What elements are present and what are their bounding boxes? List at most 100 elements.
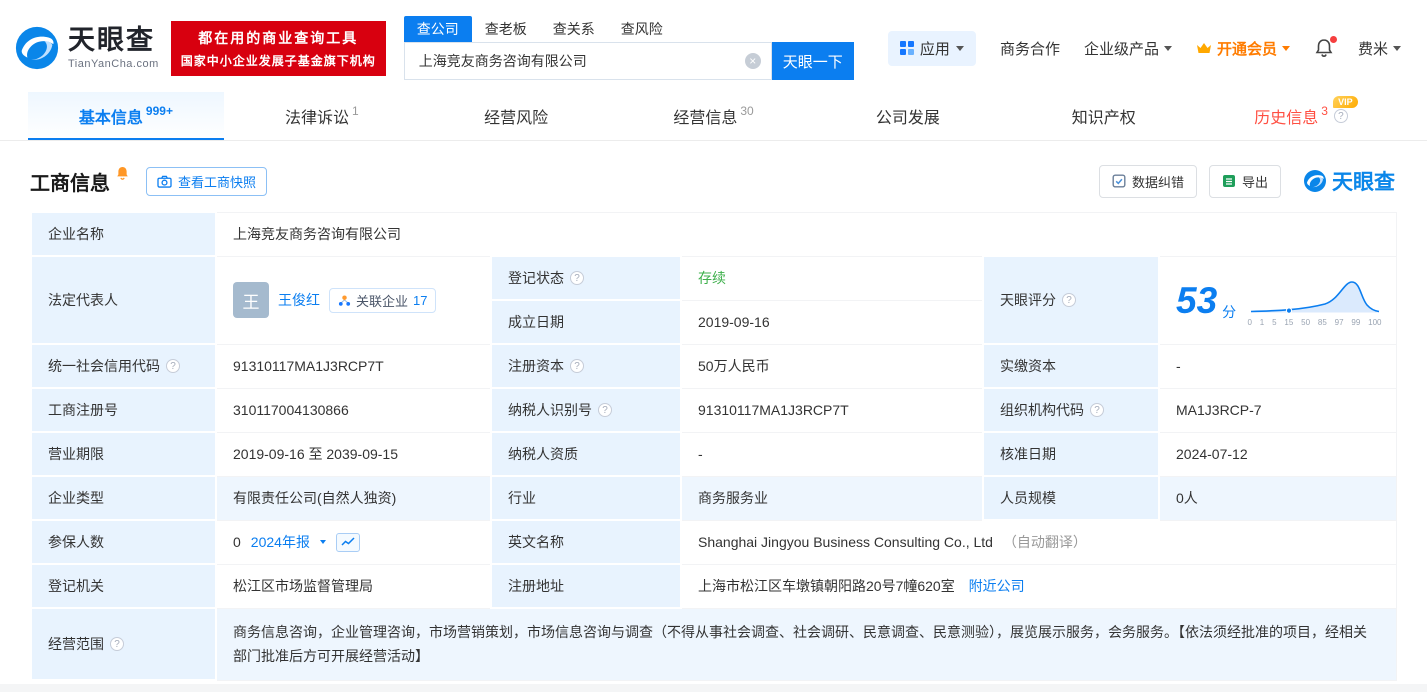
watermark-text: 天眼查: [1332, 166, 1395, 196]
score-number: 53: [1176, 282, 1217, 319]
caret-down-icon: [956, 46, 964, 51]
legal-rep-avatar[interactable]: 王: [233, 282, 269, 318]
field-label: 登记机关: [48, 576, 104, 596]
nav-open-vip[interactable]: 开通会员: [1196, 38, 1290, 59]
field-label: 注册资本: [508, 356, 564, 376]
tab-business-info[interactable]: 经营信息 30: [616, 92, 812, 140]
tab-operating-risk[interactable]: 经营风险: [420, 92, 616, 140]
help-icon[interactable]: ?: [1062, 293, 1076, 307]
caret-down-icon: [320, 540, 326, 544]
help-icon[interactable]: ?: [166, 359, 180, 373]
field-value: 91310117MA1J3RCP7T: [233, 358, 384, 374]
field-value: 2019-09-16: [698, 314, 770, 330]
tab-count: 999+: [146, 104, 173, 118]
search-tab-boss[interactable]: 查老板: [472, 16, 540, 42]
data-correction-button[interactable]: 数据纠错: [1099, 165, 1197, 198]
label-paid-capital: 实缴资本: [983, 344, 1159, 388]
value-reg-capital: 50万人民币: [681, 344, 983, 388]
export-label: 导出: [1242, 172, 1268, 191]
nav-enterprise-products[interactable]: 企业级产品: [1084, 38, 1172, 59]
enterprise-products-label: 企业级产品: [1084, 38, 1159, 59]
value-tyc-score: 53 分 0 1 5 15: [1159, 256, 1396, 344]
help-icon[interactable]: ?: [110, 637, 124, 651]
related-companies-label: 关联企业: [356, 291, 408, 310]
axis-tick: 1: [1260, 318, 1264, 327]
field-label: 纳税人资质: [508, 444, 578, 464]
score-distribution-chart[interactable]: 0 1 5 15 50 85 97 99 100: [1248, 274, 1382, 327]
search-input[interactable]: [417, 52, 741, 70]
value-credit-code: 91310117MA1J3RCP7T: [216, 344, 491, 388]
search-button[interactable]: 天眼一下: [772, 42, 854, 80]
apps-menu[interactable]: 应用: [888, 31, 976, 66]
watermark-logo-icon: [1303, 169, 1327, 193]
value-industry: 商务服务业: [681, 476, 983, 520]
business-snapshot-button[interactable]: 查看工商快照: [146, 167, 267, 196]
label-approval-date: 核准日期: [983, 432, 1159, 476]
row-credit-code: 统一社会信用代码? 91310117MA1J3RCP7T 注册资本? 50万人民…: [31, 344, 1396, 388]
search-tab-company[interactable]: 查公司: [404, 16, 472, 42]
tab-basic-info[interactable]: 基本信息 999+: [28, 92, 224, 140]
nav-user-menu[interactable]: 费米: [1358, 38, 1401, 59]
tab-count: 30: [740, 104, 753, 118]
value-org-code: MA1J3RCP-7: [1159, 388, 1396, 432]
search-input-wrap: ×: [404, 42, 772, 80]
score-unit: 分: [1222, 302, 1236, 322]
logo-text: 天眼查 TianYanCha.com: [68, 26, 159, 70]
search-tabs: 查公司 查老板 查关系 查风险: [404, 16, 854, 42]
score-curve: [1248, 274, 1382, 314]
label-industry: 行业: [491, 476, 681, 520]
search-tab-relation[interactable]: 查关系: [540, 16, 608, 42]
notification-bell[interactable]: [1314, 38, 1334, 58]
help-icon[interactable]: ?: [1090, 403, 1104, 417]
field-label: 营业期限: [48, 444, 104, 464]
page-bottom-strip: [0, 684, 1427, 692]
status-text: 存续: [698, 270, 726, 286]
label-taxpayer-quality: 纳税人资质: [491, 432, 681, 476]
section-title: 工商信息: [30, 167, 110, 196]
annual-report-link[interactable]: 2024年报: [251, 532, 310, 552]
legal-rep-name-link[interactable]: 王俊红: [278, 290, 320, 310]
clear-search-icon[interactable]: ×: [745, 53, 761, 69]
field-value: 2019-09-16 至 2039-09-15: [233, 446, 398, 462]
value-business-term: 2019-09-16 至 2039-09-15: [216, 432, 491, 476]
business-info-table: 企业名称 上海竞友商务咨询有限公司 法定代表人 王 王俊红: [30, 211, 1397, 681]
auto-translate-note: （自动翻译）: [1003, 534, 1087, 550]
watermark: 天眼查: [1303, 166, 1395, 196]
field-value: 商务信息咨询，企业管理咨询，市场营销策划，市场信息咨询与调查（不得从事社会调查、…: [233, 624, 1367, 664]
field-label: 登记状态: [508, 268, 564, 288]
nearby-companies-link[interactable]: 附近公司: [969, 578, 1025, 594]
label-business-term: 营业期限: [31, 432, 216, 476]
vip-label: 开通会员: [1217, 38, 1277, 59]
label-reg-status: 登记状态?: [491, 256, 681, 300]
row-legal-rep: 法定代表人 王 王俊红 关联企业: [31, 256, 1396, 300]
row-company-type: 企业类型 有限责任公司(自然人独资) 行业 商务服务业 人员规模 0人: [31, 476, 1396, 520]
nav-business-cooperation[interactable]: 商务合作: [1000, 38, 1060, 59]
insured-trend-icon[interactable]: [336, 533, 360, 552]
tab-company-development[interactable]: 公司发展: [811, 92, 1007, 140]
label-insured: 参保人数: [31, 520, 216, 564]
field-label: 人员规模: [1000, 488, 1056, 508]
help-icon[interactable]: ?: [570, 271, 584, 285]
field-value: -: [1176, 358, 1181, 374]
help-icon[interactable]: ?: [1334, 109, 1348, 123]
tab-intellectual-property[interactable]: 知识产权: [1007, 92, 1203, 140]
field-value: 50万人民币: [698, 358, 770, 374]
slogan-line2: 国家中小企业发展子基金旗下机构: [181, 52, 376, 69]
search-tab-risk[interactable]: 查风险: [608, 16, 676, 42]
help-icon[interactable]: ?: [598, 403, 612, 417]
snapshot-button-label: 查看工商快照: [178, 172, 256, 191]
label-legal-rep: 法定代表人: [31, 256, 216, 344]
tianyancha-logo[interactable]: 天眼查 TianYanCha.com: [14, 25, 159, 71]
tab-label: 基本信息: [79, 104, 143, 128]
help-icon[interactable]: ?: [570, 359, 584, 373]
export-button[interactable]: 导出: [1209, 165, 1281, 198]
slogan-banner: 都在用的商业查询工具 国家中小企业发展子基金旗下机构: [171, 21, 386, 76]
slogan-line1: 都在用的商业查询工具: [181, 28, 376, 48]
axis-tick: 99: [1351, 318, 1360, 327]
tab-legal-proceedings[interactable]: 法律诉讼 1: [224, 92, 420, 140]
related-companies-badge[interactable]: 关联企业 17: [329, 288, 436, 313]
field-label: 参保人数: [48, 532, 104, 552]
field-label: 核准日期: [1000, 444, 1056, 464]
subscribe-bell-icon[interactable]: [115, 165, 130, 181]
tab-history-info[interactable]: VIP 历史信息 3 ?: [1203, 92, 1399, 140]
